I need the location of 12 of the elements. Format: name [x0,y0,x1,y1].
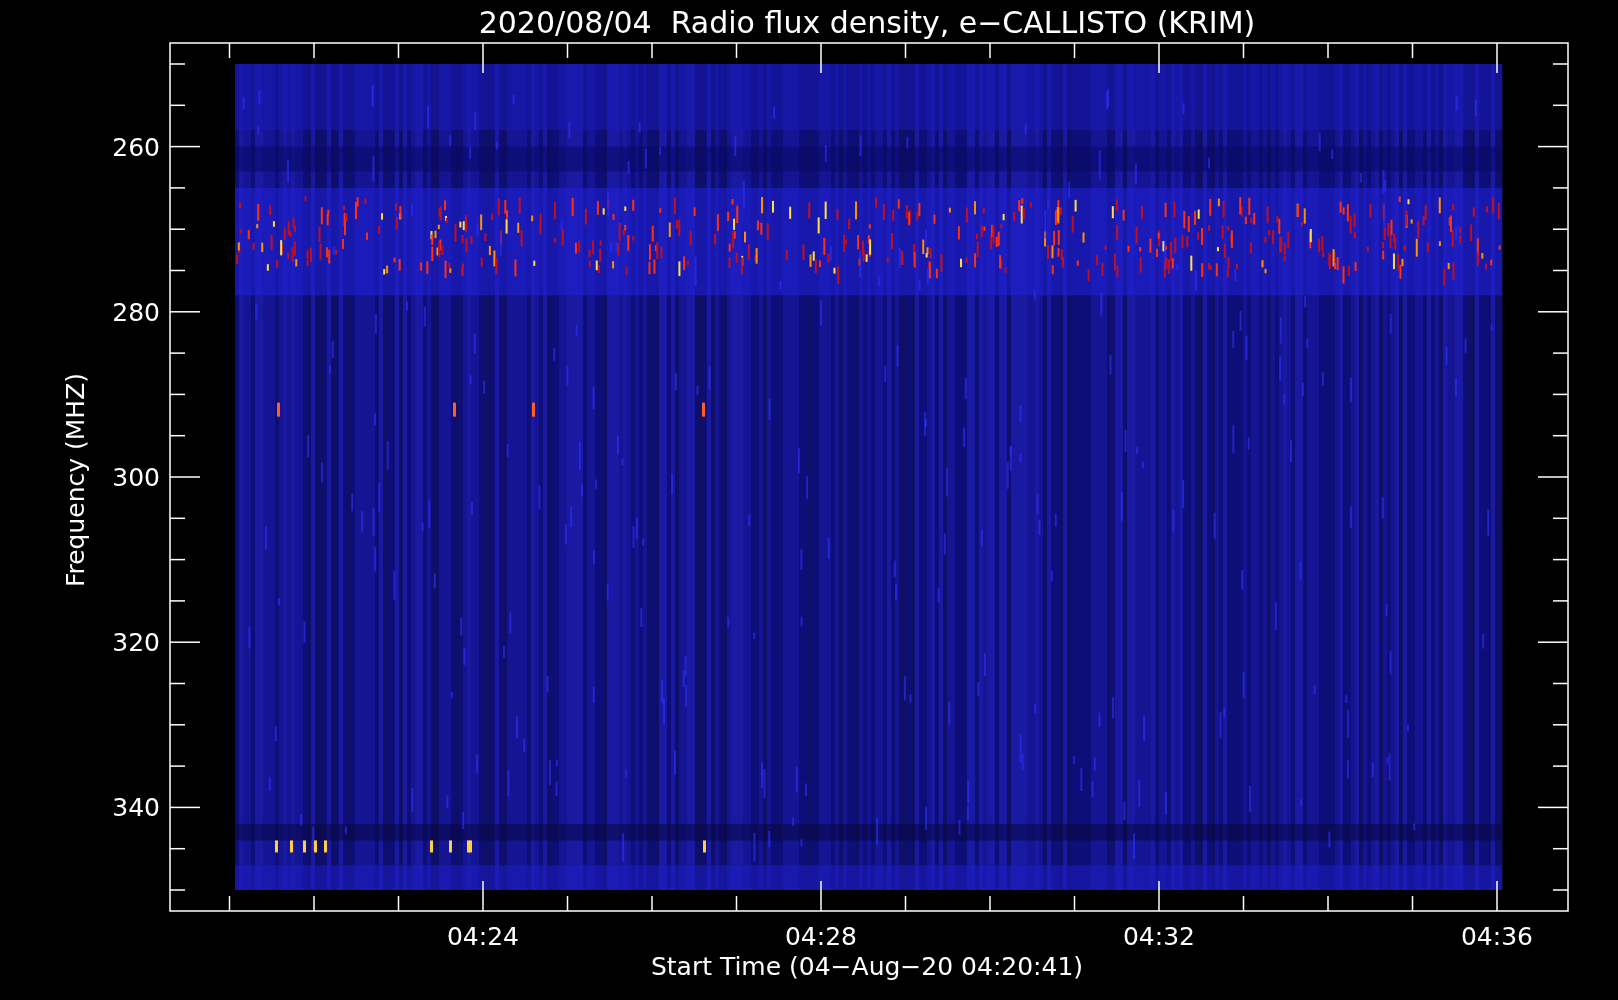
tick-label: 04:32 [1123,922,1195,951]
tick-label: 04:24 [447,922,519,951]
tick-label: 340 [112,793,160,823]
tick-label: 320 [112,628,160,658]
chart-title: 2020/08/04 Radio flux density, e−CALLISTO (KRIM) [478,5,1256,40]
tick-label: 260 [112,132,160,162]
tick-label: 280 [112,297,160,327]
tick-label: 04:36 [1461,922,1533,951]
tick-label: 300 [112,463,160,492]
tick-label: 04:28 [785,922,857,951]
axis-title: Start Time (04−Aug−20 04:20:41) [650,952,1084,981]
axis-title: Frequency (MHZ) [61,372,90,588]
